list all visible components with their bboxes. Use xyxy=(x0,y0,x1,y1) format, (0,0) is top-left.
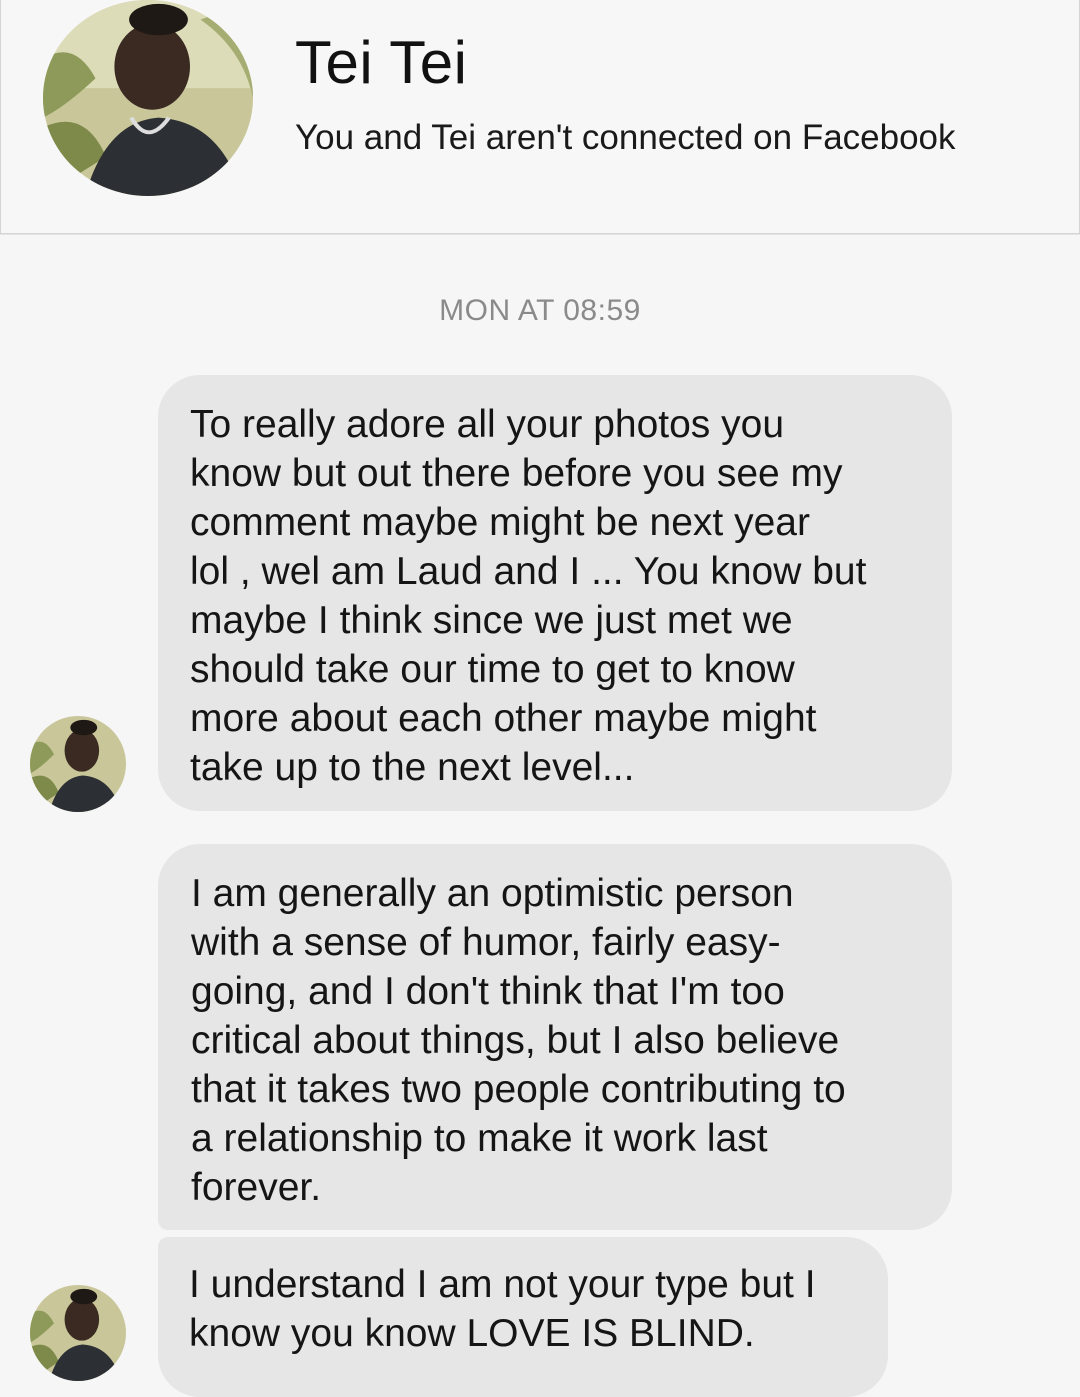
message-line: maybe I think since we just met we xyxy=(190,599,793,642)
message-bubble[interactable]: I understand I am not your type but I kn… xyxy=(158,1237,888,1397)
message-line: with a sense of humor, fairly easy- xyxy=(191,921,781,964)
message-line: that it takes two people contributing to xyxy=(191,1068,846,1111)
message-line: comment maybe might be next year xyxy=(190,501,810,544)
message-bubble[interactable]: To really adore all your photos you know… xyxy=(158,375,952,811)
profile-photo-icon xyxy=(30,1285,126,1381)
sender-avatar[interactable] xyxy=(30,1285,126,1381)
message-line: I understand I am not your type but I xyxy=(189,1263,816,1306)
message-line: I am generally an optimistic person xyxy=(191,872,794,915)
message-line: lol , wel am Laud and I ... You know but xyxy=(190,550,867,593)
message-line: To really adore all your photos you xyxy=(190,403,785,446)
message-line: know but out there before you see my xyxy=(190,452,843,495)
sender-avatar[interactable] xyxy=(30,716,126,812)
message-line: forever. xyxy=(191,1166,322,1209)
conversation-header: Tei Tei You and Tei aren't connected on … xyxy=(0,0,1080,234)
message-line: should take our time to get to know xyxy=(190,648,795,691)
contact-avatar[interactable] xyxy=(43,0,253,196)
message-line: know you know LOVE IS BLIND. xyxy=(189,1312,755,1355)
contact-name[interactable]: Tei Tei xyxy=(295,28,467,97)
connection-status: You and Tei aren't connected on Facebook xyxy=(295,118,956,157)
message-line: critical about things, but I also believ… xyxy=(191,1019,840,1062)
message-line: going, and I don't think that I'm too xyxy=(191,970,785,1013)
message-line: more about each other maybe might xyxy=(190,697,817,740)
profile-photo-icon xyxy=(30,716,126,812)
message-line: take up to the next level... xyxy=(190,746,635,789)
message-bubble[interactable]: I am generally an optimistic person with… xyxy=(158,844,952,1230)
message-timestamp: MON AT 08:59 xyxy=(439,294,641,327)
profile-photo-icon xyxy=(43,0,253,196)
message-line: a relationship to make it work last xyxy=(191,1117,768,1160)
